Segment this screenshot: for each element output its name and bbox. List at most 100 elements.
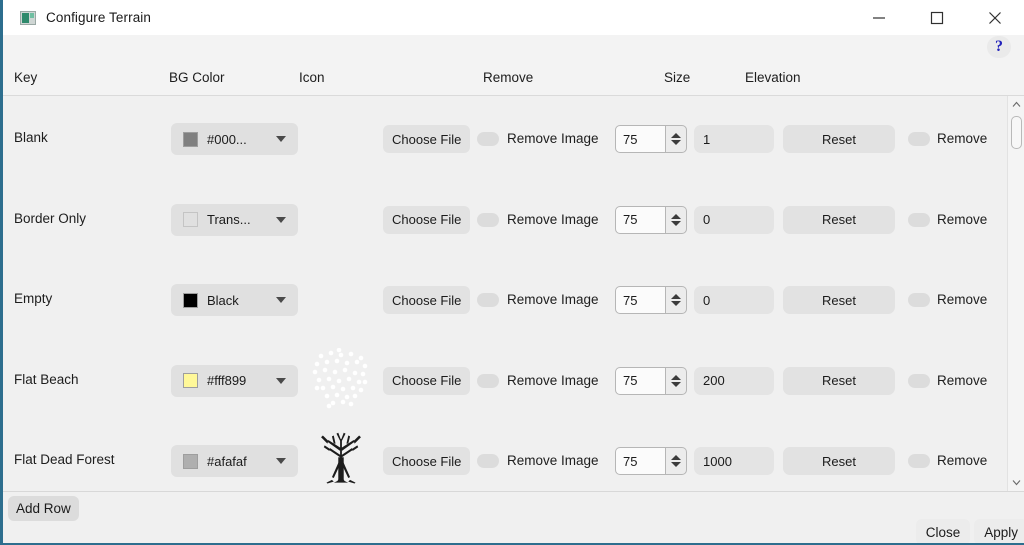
remove-row-toggle[interactable] — [908, 212, 930, 227]
maximize-button[interactable] — [908, 0, 966, 35]
color-swatch — [183, 131, 198, 147]
bg-color-select[interactable]: Trans... — [171, 203, 298, 236]
column-header-icon: Icon — [299, 70, 325, 85]
stepper-down-icon[interactable] — [671, 220, 681, 226]
remove-image-label: Remove Image — [507, 453, 599, 468]
stepper-up-icon[interactable] — [671, 455, 681, 460]
elevation-input[interactable]: 0 — [694, 286, 774, 314]
table-row: Blank #000... Choose File Remove Image 75 1 Re… — [3, 96, 1007, 177]
choose-file-button[interactable]: Choose File — [383, 447, 471, 475]
dead-tree-icon — [321, 432, 361, 484]
scrollbar-thumb[interactable] — [1011, 116, 1022, 149]
chevron-down-icon — [276, 377, 286, 384]
bg-color-select[interactable]: #fff899 — [171, 364, 298, 397]
elevation-input[interactable]: 0 — [694, 205, 774, 234]
terrain-key-label: Blank — [14, 130, 48, 145]
chevron-down-icon — [276, 458, 286, 464]
sand-speckle-icon — [312, 347, 368, 408]
size-stepper[interactable] — [666, 366, 687, 395]
window-title: Configure Terrain — [46, 10, 152, 25]
remove-image-toggle[interactable] — [477, 132, 499, 146]
scroll-up-arrow[interactable] — [1008, 96, 1024, 113]
vertical-scrollbar[interactable] — [1007, 96, 1024, 491]
column-header-remove: Remove — [483, 70, 534, 85]
scroll-down-arrow[interactable] — [1008, 474, 1024, 491]
remove-row-label: Remove — [937, 372, 988, 388]
stepper-up-icon[interactable] — [671, 213, 681, 219]
column-header-elevation: Elevation — [745, 70, 801, 85]
size-stepper[interactable] — [666, 286, 687, 314]
size-spinbox[interactable]: 75 — [615, 447, 687, 475]
stepper-down-icon[interactable] — [671, 140, 681, 145]
size-spinbox[interactable]: 75 — [615, 286, 687, 314]
color-swatch — [183, 212, 198, 227]
remove-image-toggle[interactable] — [477, 293, 499, 307]
size-value[interactable]: 75 — [615, 286, 666, 314]
size-stepper[interactable] — [666, 125, 687, 153]
bg-color-select[interactable]: Black — [171, 284, 298, 316]
size-value[interactable]: 75 — [615, 366, 666, 395]
color-swatch — [183, 292, 198, 308]
size-value[interactable]: 75 — [615, 205, 666, 234]
remove-image-toggle[interactable] — [477, 373, 499, 388]
size-spinbox[interactable]: 75 — [615, 366, 687, 395]
color-value-label: #afafaf — [207, 453, 247, 469]
add-row-button[interactable]: Add Row — [8, 496, 79, 521]
close-dialog-button[interactable]: Close — [915, 519, 971, 543]
stepper-up-icon[interactable] — [671, 294, 681, 299]
minimize-button[interactable] — [850, 0, 908, 35]
app-window-icon — [20, 10, 36, 25]
stepper-up-icon[interactable] — [671, 133, 681, 138]
elevation-input[interactable]: 200 — [694, 366, 774, 395]
bg-color-select[interactable]: #000... — [171, 123, 298, 155]
column-header-size: Size — [664, 70, 691, 85]
terrain-key-label: Border Only — [14, 210, 87, 226]
elevation-input[interactable]: 1 — [694, 125, 774, 153]
remove-image-label: Remove Image — [507, 372, 599, 388]
remove-row-toggle[interactable] — [908, 293, 930, 307]
bg-color-select[interactable]: #afafaf — [171, 445, 298, 477]
size-stepper[interactable] — [666, 205, 687, 234]
remove-image-toggle[interactable] — [477, 212, 499, 227]
choose-file-button[interactable]: Choose File — [383, 125, 471, 153]
color-swatch — [183, 373, 198, 388]
reset-button[interactable]: Reset — [783, 286, 895, 314]
choose-file-button[interactable]: Choose File — [383, 286, 471, 314]
terrain-icon-preview — [299, 424, 383, 491]
color-value-label: #fff899 — [207, 373, 247, 388]
stepper-down-icon[interactable] — [671, 301, 681, 306]
table-row: Empty Black Choose File Remove Image 75 0 Rese… — [3, 257, 1007, 338]
size-value[interactable]: 75 — [615, 447, 666, 475]
stepper-down-icon[interactable] — [671, 462, 681, 467]
size-spinbox[interactable]: 75 — [615, 125, 687, 153]
stepper-down-icon[interactable] — [671, 381, 681, 387]
close-button[interactable] — [966, 0, 1024, 35]
help-icon[interactable]: ? — [987, 36, 1011, 58]
remove-image-label: Remove Image — [507, 211, 599, 227]
color-swatch — [183, 453, 198, 469]
elevation-input[interactable]: 1000 — [694, 447, 774, 475]
remove-row-label: Remove — [937, 211, 988, 227]
reset-button[interactable]: Reset — [783, 366, 895, 395]
remove-row-toggle[interactable] — [908, 132, 930, 146]
remove-image-toggle[interactable] — [477, 454, 499, 468]
window-controls — [850, 0, 1024, 35]
title-bar: Configure Terrain — [3, 0, 1024, 35]
remove-row-toggle[interactable] — [908, 373, 930, 388]
reset-button[interactable]: Reset — [783, 205, 895, 234]
chevron-down-icon — [276, 297, 286, 303]
reset-button[interactable]: Reset — [783, 447, 895, 475]
stepper-up-icon[interactable] — [671, 374, 681, 380]
choose-file-button[interactable]: Choose File — [383, 205, 471, 234]
terrain-table: Blank #000... Choose File Remove Image 75 1 Re… — [3, 96, 1024, 491]
size-spinbox[interactable]: 75 — [615, 205, 687, 234]
reset-button[interactable]: Reset — [783, 125, 895, 153]
terrain-rows: Blank #000... Choose File Remove Image 75 1 Re… — [3, 96, 1007, 491]
apply-button[interactable]: Apply — [974, 519, 1024, 543]
size-stepper[interactable] — [666, 447, 687, 475]
size-value[interactable]: 75 — [615, 125, 666, 153]
choose-file-button[interactable]: Choose File — [383, 366, 471, 395]
terrain-icon-preview — [299, 344, 383, 414]
remove-row-toggle[interactable] — [908, 454, 930, 468]
column-header-bg-color: BG Color — [169, 70, 225, 85]
